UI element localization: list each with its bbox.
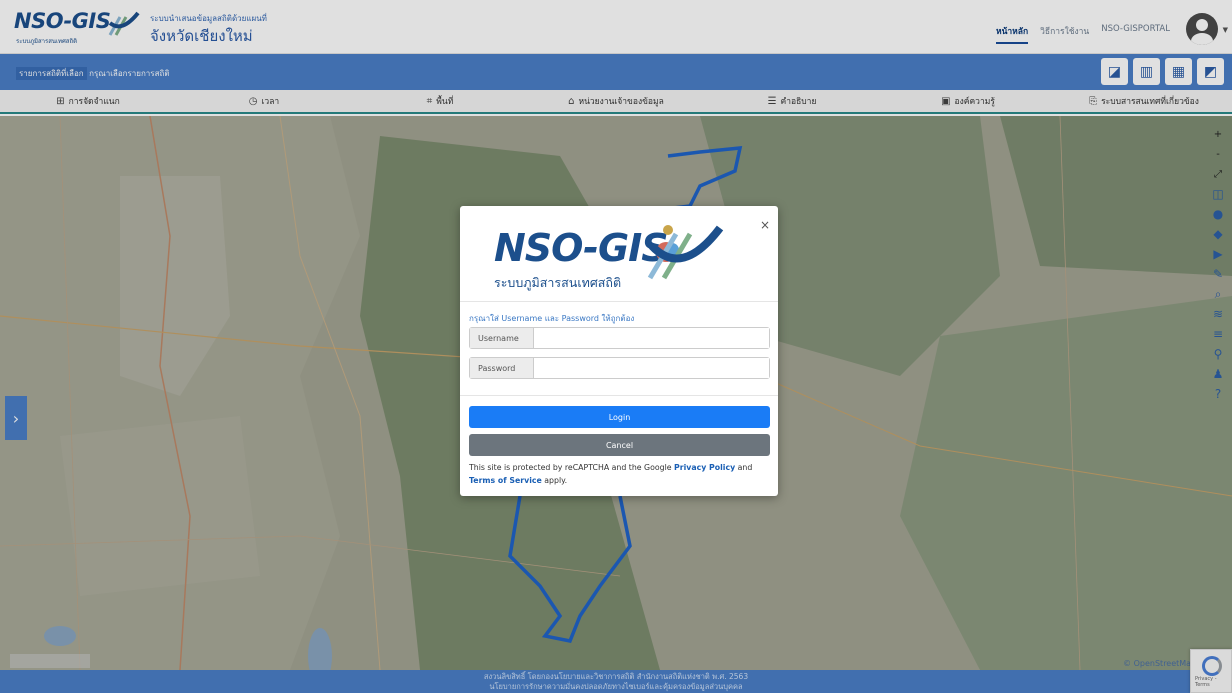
username-input[interactable] <box>534 328 769 348</box>
password-field: Password <box>469 357 770 379</box>
modal-logo: NSO-GIS ระบบภูมิสารสนเทศสถิติ <box>492 220 724 298</box>
recaptcha-notice: This site is protected by reCAPTCHA and … <box>469 461 769 487</box>
terms-of-service-link[interactable]: Terms of Service <box>469 476 542 485</box>
divider <box>460 395 778 396</box>
legal-prefix: This site is protected by reCAPTCHA and … <box>469 463 672 472</box>
privacy-policy-link[interactable]: Privacy Policy <box>674 463 735 472</box>
close-icon[interactable]: × <box>760 218 770 232</box>
divider <box>460 301 778 302</box>
login-error-message: กรุณาใส่ Username และ Password ให้ถูกต้อ… <box>469 314 635 323</box>
logo-mark-icon <box>647 225 724 280</box>
password-label: Password <box>470 358 534 378</box>
username-label: Username <box>470 328 534 348</box>
login-modal: × NSO-GIS ระบบภูมิสารสนเทศสถิติ กรุณาใส่… <box>460 206 778 496</box>
legal-and: and <box>737 463 753 472</box>
username-field: Username <box>469 327 770 349</box>
legal-suffix: apply. <box>544 476 568 485</box>
password-input[interactable] <box>534 358 769 378</box>
cancel-button[interactable]: Cancel <box>469 434 770 456</box>
modal-logo-subtitle: ระบบภูมิสารสนเทศสถิติ <box>494 275 622 290</box>
login-button[interactable]: Login <box>469 406 770 428</box>
